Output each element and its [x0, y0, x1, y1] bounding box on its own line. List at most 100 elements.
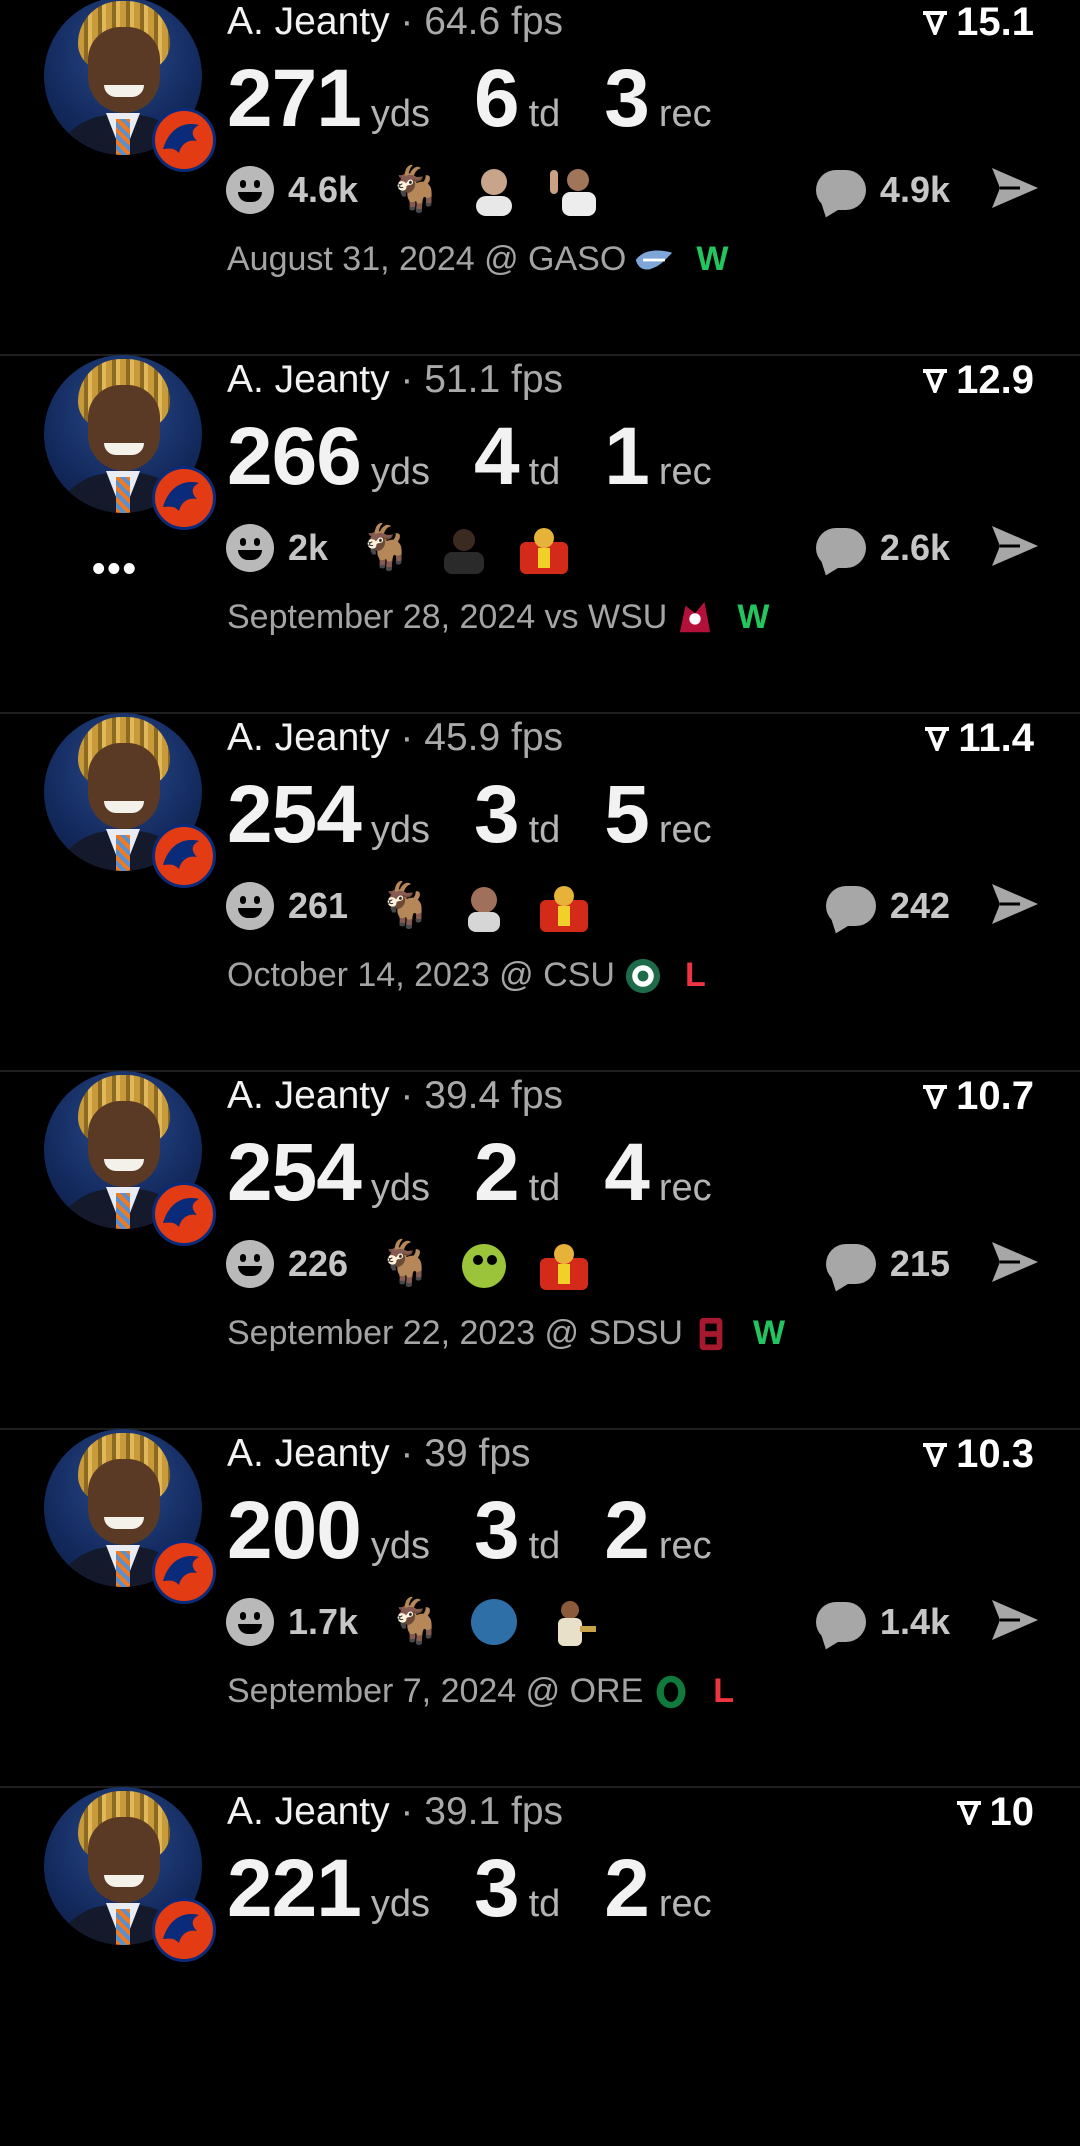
stat-line: 266 yds 4 td 1 rec	[227, 410, 756, 504]
stat-line: 200 yds 3 td 2 rec	[227, 1484, 756, 1578]
yards-value: 254	[227, 769, 362, 860]
player-name[interactable]: A. Jeanty	[227, 1790, 390, 1833]
smiley-icon[interactable]	[226, 882, 274, 930]
send-icon[interactable]	[990, 524, 1040, 568]
goat-icon[interactable]: 🐐	[358, 522, 413, 574]
man-seated-emoji[interactable]	[438, 522, 490, 574]
filter-icon	[956, 1800, 981, 1825]
reactions-row[interactable]: 226 🐐	[226, 1236, 618, 1292]
player-name[interactable]: A. Jeanty	[227, 716, 390, 759]
post-card[interactable]: A. Jeanty · 39 fps 10.3 200 yds 3 td 2 rec …	[0, 1429, 1080, 1788]
smiley-icon[interactable]	[226, 524, 274, 572]
reactions-row[interactable]: 2k 🐐	[226, 520, 598, 576]
td-unit: td	[528, 451, 561, 493]
player-name[interactable]: A. Jeanty	[227, 358, 390, 401]
reaction-count: 1.7k	[288, 1601, 359, 1642]
rating: 11.4	[924, 716, 1034, 761]
rec-value: 1	[604, 411, 650, 502]
player-name[interactable]: A. Jeanty	[227, 1074, 390, 1117]
td-unit: td	[528, 1167, 561, 1209]
rating: 10.3	[922, 1432, 1034, 1477]
rec-unit: rec	[658, 1167, 712, 1209]
card-divider	[0, 1070, 1080, 1072]
game-date: August 31, 2024 @ GASO	[227, 240, 627, 278]
filter-icon	[923, 368, 948, 393]
send-icon[interactable]	[990, 166, 1040, 210]
post-card[interactable]: A. Jeanty · 39.4 fps 10.7 254 yds 2 td 4 re…	[0, 1071, 1080, 1430]
reaction-count: 4.6k	[288, 169, 359, 210]
stat-line: 254 yds 3 td 5 rec	[227, 768, 756, 862]
post-header: A. Jeanty · 39 fps	[227, 1432, 531, 1475]
reactions-row[interactable]: 261 🐐	[226, 878, 618, 934]
reaction-count: 226	[288, 1243, 349, 1284]
post-card[interactable]: A. Jeanty · 45.9 fps 11.4 254 yds 3 td 5 re…	[0, 713, 1080, 1072]
boise-state-logo-icon	[152, 108, 216, 172]
filter-icon	[925, 726, 950, 751]
player-name[interactable]: A. Jeanty	[227, 1432, 390, 1475]
smiley-icon[interactable]	[226, 1240, 274, 1288]
rec-value: 5	[604, 769, 650, 860]
td-value: 3	[473, 769, 520, 860]
fire-man-emoji[interactable]	[538, 880, 590, 932]
yards-unit: yds	[370, 451, 430, 493]
comment-icon	[825, 886, 876, 926]
yards-value: 254	[227, 1127, 362, 1218]
comments-button[interactable]: 215	[825, 1236, 950, 1292]
goat-icon[interactable]: 🐐	[378, 880, 433, 932]
td-unit: td	[528, 93, 561, 135]
post-card[interactable]: ••• A. Jeanty · 51.1 fps 12.9 266 yds 4 td…	[0, 355, 1080, 714]
rating-value: 11.4	[958, 716, 1034, 760]
fire-man-emoji[interactable]	[538, 1238, 590, 1290]
crying-man-emoji[interactable]	[458, 880, 510, 932]
more-options-button[interactable]: •••	[92, 548, 138, 591]
boise-state-logo-icon	[152, 1898, 216, 1962]
comments-button[interactable]: 4.9k	[815, 162, 950, 218]
goat-icon[interactable]: 🐐	[378, 1238, 433, 1290]
comments-button[interactable]: 2.6k	[815, 520, 950, 576]
goat-icon[interactable]: 🐐	[388, 1596, 443, 1648]
yards-value: 221	[227, 1843, 362, 1934]
game-result: L	[713, 1672, 735, 1710]
oregon-o-logo	[656, 1675, 686, 1708]
post-header: A. Jeanty · 45.9 fps	[227, 716, 564, 759]
game-info: September 7, 2024 @ ORE L	[227, 1672, 734, 1711]
stat-line: 271 yds 6 td 3 rec	[227, 52, 756, 146]
game-info: October 14, 2023 @ CSU L	[227, 956, 706, 995]
reactions-row[interactable]: 1.7k 🐐	[226, 1594, 628, 1650]
green-orb-emoji[interactable]	[458, 1238, 510, 1290]
post-card[interactable]: A. Jeanty · 64.6 fps 15.1 271 yds 6 td 3 re…	[0, 0, 1080, 356]
blue-dot-emoji[interactable]	[468, 1596, 520, 1648]
fps-value: 39 fps	[424, 1432, 531, 1475]
comments-button[interactable]: 1.4k	[815, 1594, 950, 1650]
boise-state-logo-icon	[152, 1540, 216, 1604]
send-icon[interactable]	[990, 1598, 1040, 1642]
yards-unit: yds	[370, 93, 430, 135]
post-card[interactable]: A. Jeanty · 39.1 fps 10 221 yds 3 td 2 rec	[0, 1787, 1080, 2146]
player-name[interactable]: A. Jeanty	[227, 0, 390, 43]
rating: 10.7	[922, 1074, 1034, 1119]
georgia-southern-logo	[636, 250, 673, 270]
td-unit: td	[528, 809, 561, 851]
rating: 10	[956, 1790, 1034, 1835]
sdsu-logo	[699, 1317, 723, 1350]
goat-icon[interactable]: 🐐	[388, 164, 443, 216]
man-waving-emoji[interactable]	[548, 164, 600, 216]
td-value: 3	[473, 1843, 520, 1934]
bald-man-emoji[interactable]	[468, 164, 520, 216]
smiley-icon[interactable]	[226, 166, 274, 214]
smiley-icon[interactable]	[226, 1598, 274, 1646]
rating-value: 15.1	[956, 0, 1034, 44]
game-result: L	[684, 956, 706, 994]
game-info: August 31, 2024 @ GASO W	[227, 240, 728, 279]
boise-state-logo-icon	[152, 466, 216, 530]
send-icon[interactable]	[990, 1240, 1040, 1284]
rec-value: 2	[604, 1485, 650, 1576]
reactions-row[interactable]: 4.6k 🐐	[226, 162, 628, 218]
yards-value: 200	[227, 1485, 362, 1576]
send-icon[interactable]	[990, 882, 1040, 926]
fire-man-emoji[interactable]	[518, 522, 570, 574]
player-emoji[interactable]	[548, 1596, 600, 1648]
yards-value: 266	[227, 411, 362, 502]
stat-line: 221 yds 3 td 2 rec	[227, 1842, 756, 1936]
comments-button[interactable]: 242	[825, 878, 950, 934]
